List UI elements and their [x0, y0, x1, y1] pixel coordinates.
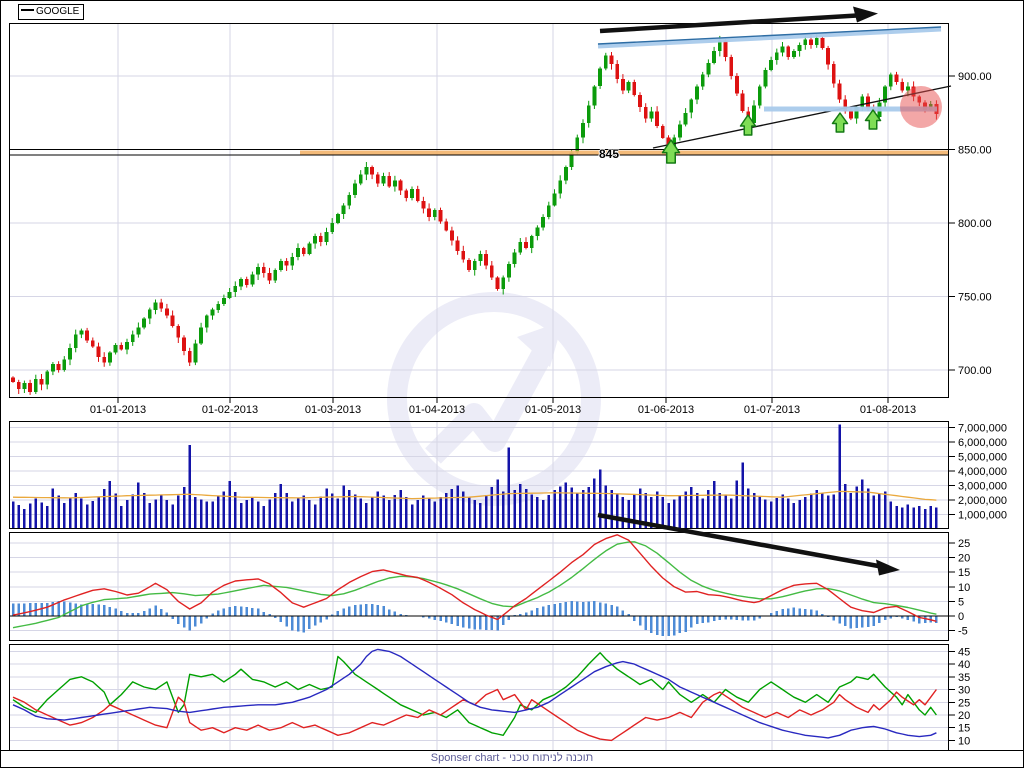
svg-text:25: 25 — [958, 538, 970, 550]
date-axis-label: 01-06-2013 — [637, 404, 695, 416]
svg-text:3,000,000: 3,000,000 — [958, 481, 1007, 493]
date-axis-label: 01-04-2013 — [408, 404, 466, 416]
series-legend-label: GOOGLE — [36, 6, 80, 17]
date-axis-label: 01-02-2013 — [201, 404, 259, 416]
svg-text:5,000,000: 5,000,000 — [958, 451, 1007, 463]
svg-text:900.00: 900.00 — [958, 71, 992, 83]
svg-text:30: 30 — [958, 685, 970, 697]
svg-text:800.00: 800.00 — [958, 218, 992, 230]
svg-text:45: 45 — [958, 646, 970, 658]
support-level-label: 845 — [599, 147, 620, 161]
series-line-swatch — [21, 9, 34, 12]
svg-text:20: 20 — [958, 553, 970, 565]
svg-text:20: 20 — [958, 710, 970, 722]
svg-text:15: 15 — [958, 567, 970, 579]
svg-text:4,000,000: 4,000,000 — [958, 466, 1007, 478]
chart-application-window: GOOGLE 900.00 850.00 800.00 750.00 700.00 7,0… — [0, 0, 1024, 768]
svg-text:10: 10 — [958, 735, 970, 747]
svg-text:-5: -5 — [958, 626, 968, 638]
svg-text:40: 40 — [958, 659, 970, 671]
date-axis-label: 01-03-2013 — [304, 404, 362, 416]
svg-text:25: 25 — [958, 697, 970, 709]
svg-text:850.00: 850.00 — [958, 145, 992, 157]
svg-text:15: 15 — [958, 723, 970, 735]
date-axis-label: 01-05-2013 — [524, 404, 582, 416]
series-legend[interactable]: GOOGLE — [18, 4, 85, 20]
svg-text:7,000,000: 7,000,000 — [958, 422, 1007, 434]
svg-text:2,000,000: 2,000,000 — [958, 495, 1007, 507]
date-axis-label: 01-07-2013 — [743, 404, 801, 416]
footer-brand-text: Sponser chart - תוכנה לניתוח טכני — [430, 752, 594, 764]
dmi-panel[interactable] — [9, 644, 949, 752]
svg-text:1,000,000: 1,000,000 — [958, 510, 1007, 522]
volume-panel[interactable] — [9, 421, 949, 529]
y-axis-gutter: 900.00 850.00 800.00 750.00 700.00 7,000,000 6… — [949, 1, 1023, 767]
macd-panel[interactable] — [9, 532, 949, 641]
app-footer: Sponser chart - תוכנה לניתוח טכני — [1, 750, 1023, 767]
date-axis-label: 01-08-2013 — [859, 404, 917, 416]
svg-text:35: 35 — [958, 672, 970, 684]
svg-text:10: 10 — [958, 582, 970, 594]
svg-text:0: 0 — [958, 611, 964, 623]
svg-text:700.00: 700.00 — [958, 365, 992, 377]
svg-text:6,000,000: 6,000,000 — [958, 437, 1007, 449]
svg-text:5: 5 — [958, 596, 964, 608]
svg-text:750.00: 750.00 — [958, 292, 992, 304]
date-axis-label: 01-01-2013 — [89, 404, 147, 416]
price-chart-panel[interactable] — [9, 23, 949, 398]
